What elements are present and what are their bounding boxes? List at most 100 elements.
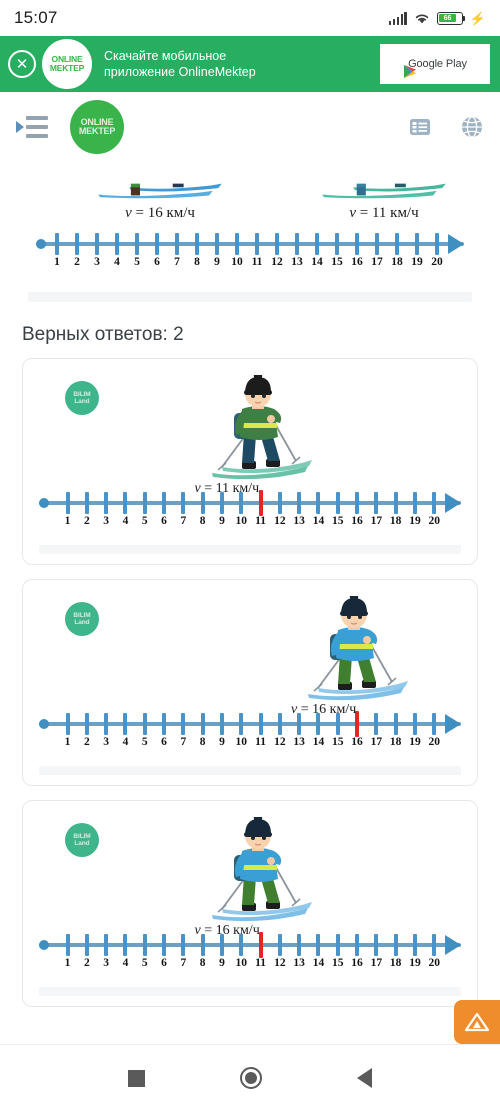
- page-title: Верных ответов: 2: [22, 324, 184, 345]
- number-line-tick-label: 4: [122, 515, 129, 527]
- bilimland-logo-line1: BILIM: [73, 390, 91, 398]
- skier-illustration-wrap: [39, 813, 461, 925]
- number-line-tick: [104, 934, 109, 956]
- number-line-tick-label: 19: [409, 957, 421, 969]
- number-line-tick: [415, 233, 419, 255]
- google-play-button[interactable]: Google Play: [380, 44, 490, 84]
- bilimland-logo-line2: Land: [74, 840, 90, 847]
- answer-card[interactable]: BILIM Land: [22, 579, 478, 786]
- number-line-tick-label: 13: [293, 736, 305, 748]
- list-icon[interactable]: [408, 115, 432, 139]
- number-line-tick: [393, 934, 398, 956]
- android-nav-bar: [0, 1044, 500, 1111]
- bilimland-logo-icon: BILIM Land: [65, 602, 99, 636]
- number-line-axis: [39, 943, 461, 947]
- number-line-tick: [84, 492, 89, 514]
- ski-pair-teal-icon: [322, 183, 446, 199]
- speed-value: = 16 км/ч: [300, 702, 357, 717]
- number-line-tick-label: 8: [194, 256, 200, 268]
- number-line-arrow-icon: [445, 493, 461, 513]
- number-line-tick: [123, 713, 128, 735]
- number-line-tick-label: 15: [331, 957, 344, 969]
- number-line-tick-label: 2: [83, 515, 90, 527]
- top-speed-b-v: v: [349, 205, 356, 221]
- close-icon[interactable]: ✕: [8, 50, 36, 78]
- number-line-tick-label: 5: [134, 256, 140, 268]
- number-line-tick-label: 17: [370, 736, 383, 748]
- number-line-tick: [162, 492, 167, 514]
- answer-card[interactable]: BILIM Land: [22, 358, 478, 565]
- number-line-tick: [65, 492, 70, 514]
- number-line-tick-label: 10: [235, 736, 247, 748]
- number-line-tick-label: 1: [64, 957, 71, 969]
- number-line-tick: [316, 492, 321, 514]
- number-line-tick-label: 10: [235, 515, 247, 527]
- number-line-tick: [335, 934, 340, 956]
- card-footer-bar: [39, 766, 461, 775]
- answer-card-body: BILIM Land: [23, 801, 477, 981]
- recents-button[interactable]: [127, 1069, 145, 1087]
- number-line-tick-label: 3: [103, 515, 110, 527]
- app-toolbar: ONLINE MEKTEP: [0, 92, 500, 162]
- number-line-tick-label: 5: [141, 957, 148, 969]
- number-line-tick: [275, 233, 279, 255]
- menu-expand-icon[interactable]: [16, 115, 48, 139]
- number-line-tick-label: 2: [83, 957, 90, 969]
- number-line-tick-label: 3: [94, 256, 100, 268]
- number-line-tick: [219, 713, 224, 735]
- number-line-tick-label: 15: [331, 256, 343, 268]
- status-time: 15:07: [14, 8, 58, 27]
- card-footer-bar: [39, 987, 461, 996]
- toolbar-logo-line2: MEKTEP: [78, 126, 116, 136]
- number-line-tick-label: 16: [351, 957, 363, 969]
- number-line-tick-label: 19: [411, 256, 423, 268]
- number-line-tick: [142, 713, 147, 735]
- number-line-tick-label: 14: [312, 736, 325, 748]
- number-line-tick: [432, 934, 437, 956]
- content-scroll-area[interactable]: v = 16 км/ч v = 11 км/ч 1 2 3 4 5 6 7 8 9 10 11 12 1…: [0, 162, 500, 1044]
- battery-percent: 66: [443, 14, 452, 22]
- number-line-origin-dot: [39, 940, 49, 950]
- number-line-tick: [432, 713, 437, 735]
- number-line-tick-label: 18: [391, 256, 403, 268]
- number-line-tick: [297, 492, 302, 514]
- number-line-tick-label: 4: [122, 736, 129, 748]
- ad-banner: ✕ ONLINE MEKTEP Скачайте мобильное прило…: [0, 36, 500, 92]
- top-skis-row: v = 16 км/ч v = 11 км/ч: [14, 162, 486, 221]
- number-line-tick-label: 4: [122, 957, 129, 969]
- globe-icon[interactable]: [460, 115, 484, 139]
- number-line-tick: [375, 233, 379, 255]
- speed-symbol: v: [194, 481, 201, 496]
- number-line-origin-dot: [39, 719, 49, 729]
- number-line-tick-label: 9: [219, 515, 225, 527]
- number-line-tick: [277, 713, 282, 735]
- home-button[interactable]: [239, 1067, 262, 1089]
- section-divider: [28, 292, 472, 302]
- onlinemektep-logo-icon: ONLINE MEKTEP: [42, 39, 92, 89]
- speed-value: = 16 км/ч: [204, 923, 260, 938]
- number-line-tick-label: 10: [235, 957, 247, 969]
- home-fab-button[interactable]: [454, 1000, 500, 1044]
- number-line-tick-label: 7: [180, 736, 187, 748]
- onlinemektep-brand-logo[interactable]: ONLINE MEKTEP: [70, 100, 124, 154]
- number-line-tick: [181, 713, 186, 735]
- number-line-tick-label: 17: [370, 957, 383, 969]
- number-line-tick-label: 13: [293, 515, 305, 527]
- top-speed-b-rest: = 11 км/ч: [359, 205, 419, 221]
- number-line-tick-label: 7: [180, 957, 187, 969]
- number-line-tick-label: 7: [174, 256, 180, 268]
- back-button[interactable]: [357, 1068, 373, 1088]
- number-line-tick: [65, 934, 70, 956]
- number-line-tick-label: 6: [154, 256, 160, 268]
- answer-card[interactable]: BILIM Land: [22, 800, 478, 1007]
- number-line-origin-dot: [36, 239, 46, 249]
- signal-bars-icon: [388, 11, 407, 25]
- number-line-tick-label: 1: [64, 515, 71, 527]
- number-line-axis: [36, 242, 464, 246]
- number-line-tick: [316, 934, 321, 956]
- speed-label: v = 16 км/ч: [195, 923, 260, 939]
- bilimland-logo-line1: BILIM: [73, 832, 91, 840]
- number-line-tick: [235, 233, 239, 255]
- number-line-tick: [315, 233, 319, 255]
- number-line-axis: [39, 501, 461, 505]
